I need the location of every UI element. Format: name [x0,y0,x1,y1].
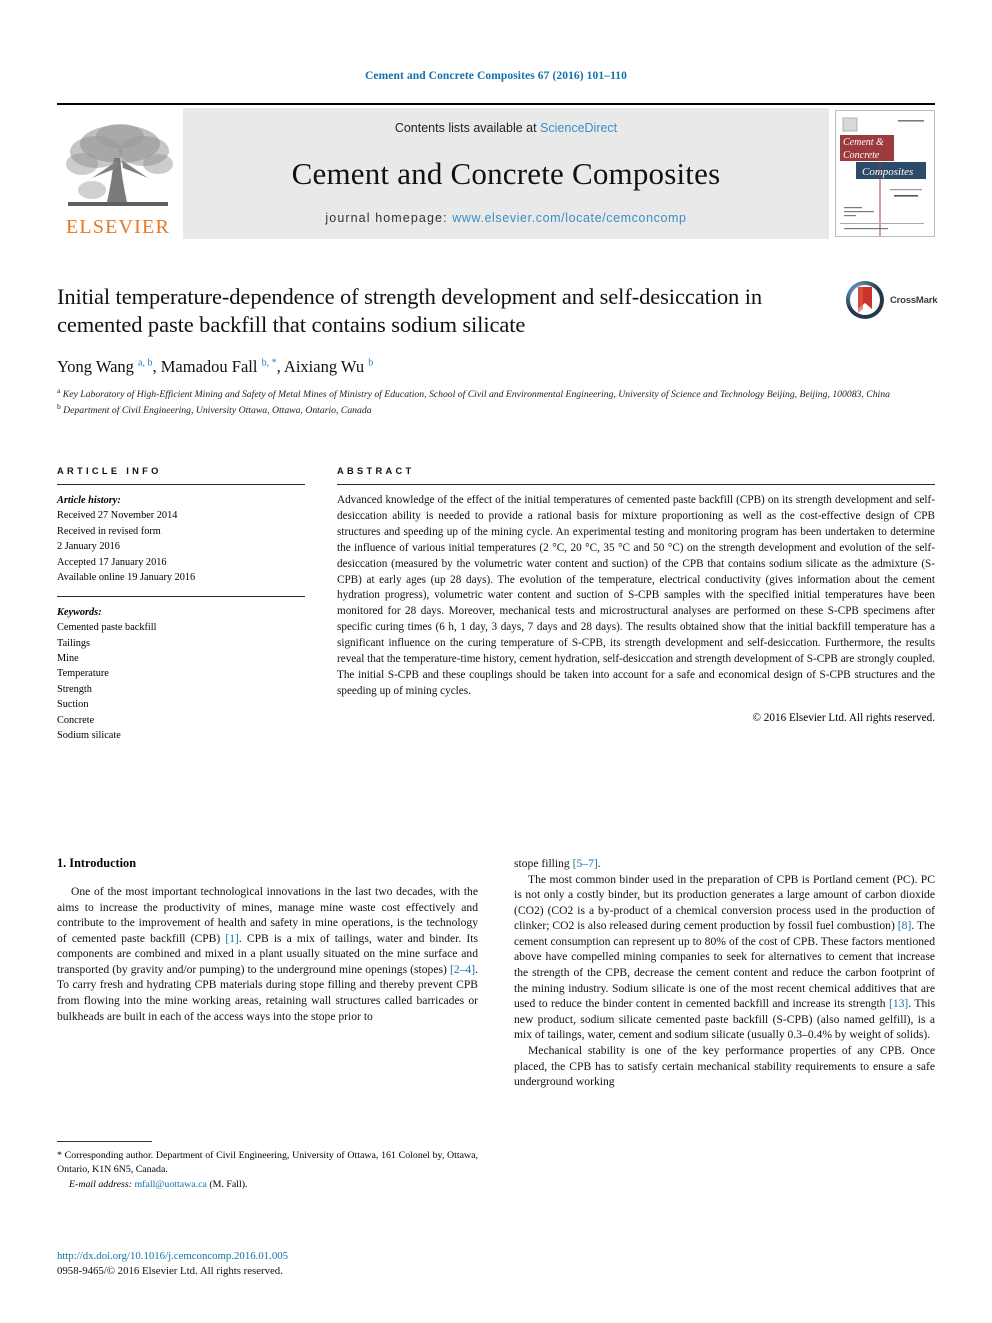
citation-ref-8[interactable]: [8] [898,919,912,932]
abstract-text: Advanced knowledge of the effect of the … [337,494,935,697]
keywords-block: Keywords: Cemented paste backfill Tailin… [57,595,305,744]
intro-paragraph-3: Mechanical stability is one of the key p… [514,1043,935,1089]
citation-ref-1[interactable]: [1] [225,932,239,945]
journal-homepage-line: journal homepage: www.elsevier.com/locat… [325,211,686,225]
intro-paragraph-2: The most common binder used in the prepa… [514,872,935,1043]
body-column-right: stope filling [5–7]. The most common bin… [514,856,935,1090]
title-block: Initial temperature-dependence of streng… [57,283,890,418]
keyword-item: Strength [57,683,92,695]
contents-prefix: Contents lists available at [394,121,541,135]
citation-ref-5-7[interactable]: [5–7] [573,857,598,870]
keywords-label: Keywords: [57,606,102,618]
crossmark-label: CrossMark [890,294,938,306]
sciencedirect-link[interactable]: ScienceDirect [540,121,617,135]
article-history-label: Article history: [57,495,121,506]
masthead-center-panel: Contents lists available at ScienceDirec… [183,108,829,239]
intro-cont-period: . [597,857,601,870]
info-abstract-section: ARTICLE INFO ABSTRACT Article history: R… [57,466,935,744]
keyword-item: Sodium silicate [57,730,121,742]
affiliation-a-text: Key Laboratory of High-Efficient Mining … [62,388,890,400]
history-line: Received in revised form [57,525,161,537]
body-columns: 1. Introduction One of the most importan… [57,856,935,1090]
article-info-heading: ARTICLE INFO [57,466,162,476]
crossmark-icon [846,281,884,319]
history-line: Received 27 November 2014 [57,510,178,522]
journal-masthead: ELSEVIER Contents lists available at Sci… [57,103,935,239]
affiliations: a Key Laboratory of High-Efficient Minin… [57,386,897,419]
footnote-divider [57,1141,152,1142]
citation-ref-13[interactable]: [13] [889,997,908,1010]
email-label: E-mail address: [69,1179,132,1191]
doi-block: http://dx.doi.org/10.1016/j.cemconcomp.2… [57,1249,517,1278]
keyword-item: Suction [57,699,89,711]
journal-cover-image: Cement & Concrete Composites [836,111,932,236]
svg-text:Concrete: Concrete [843,150,880,161]
intro-cont-text: stope filling [514,857,573,870]
issn-copyright-line: 0958-9465/© 2016 Elsevier Ltd. All right… [57,1264,283,1277]
crossmark-badge[interactable]: CrossMark [845,280,938,320]
history-line: 2 January 2016 [57,541,120,553]
author-list: Yong Wang a, b, Mamadou Fall b, *, Aixia… [57,356,374,376]
affiliation-a: a Key Laboratory of High-Efficient Minin… [57,385,890,400]
affiliation-b: b Department of Civil Engineering, Unive… [57,401,372,417]
section-heading-introduction: 1. Introduction [57,856,137,870]
intro-paragraph-1-continued: stope filling [5–7]. [514,856,935,872]
contents-available-line: Contents lists available at ScienceDirec… [395,121,617,135]
history-line: Available online 19 January 2016 [57,572,196,584]
copyright-line: © 2016 Elsevier Ltd. All rights reserved… [752,711,936,724]
journal-article-page: Cement and Concrete Composites 67 (2016)… [0,0,992,1323]
page-title: Initial temperature-dependence of streng… [57,284,763,338]
history-line: Accepted 17 January 2016 [57,556,167,568]
keyword-item: Cemented paste backfill [57,622,157,634]
elsevier-tree-icon [66,124,173,206]
affiliation-b-text: Department of Civil Engineering, Univers… [63,405,372,417]
journal-homepage-link[interactable]: www.elsevier.com/locate/cemconcomp [452,211,686,225]
email-note: E-mail address: mfall@uottawa.ca (M. Fal… [57,1179,478,1190]
corresponding-author-note: * Corresponding author. Department of Ci… [57,1150,478,1176]
abstract-panel: Advanced knowledge of the effect of the … [337,484,935,744]
citation-ref-2-4[interactable]: [2–4] [450,963,475,976]
email-link[interactable]: mfall@uottawa.ca [134,1179,206,1190]
article-info-panel: Article history: Received 27 November 20… [57,484,305,744]
email-suffix: (M. Fall). [209,1179,248,1191]
abstract-heading: ABSTRACT [337,466,415,476]
svg-text:Composites: Composites [862,166,913,178]
journal-cover-thumbnail: Cement & Concrete Composites [835,110,935,237]
keyword-item: Mine [57,652,79,664]
article-history-block: Article history: Received 27 November 20… [57,484,305,586]
keyword-item: Temperature [57,668,109,680]
running-head: Cement and Concrete Composites 67 (2016)… [364,70,628,82]
doi-link[interactable]: http://dx.doi.org/10.1016/j.cemconcomp.2… [57,1249,517,1264]
keyword-item: Concrete [57,714,95,726]
intro2-text-a: The most common binder used in the prepa… [514,872,935,933]
footnote-block: * Corresponding author. Department of Ci… [57,1141,478,1190]
keyword-item: Tailings [57,637,91,649]
elsevier-logo: ELSEVIER [57,108,179,239]
elsevier-wordmark: ELSEVIER [65,216,171,238]
svg-text:Cement &: Cement & [843,137,884,148]
intro2-text-b: . The cement consumption can represent u… [514,919,935,1011]
body-column-left: 1. Introduction One of the most importan… [57,856,478,1090]
homepage-prefix: journal homepage: [325,211,453,225]
journal-title: Cement and Concrete Composites [291,155,721,191]
intro-paragraph-1: One of the most important technological … [57,884,478,1024]
